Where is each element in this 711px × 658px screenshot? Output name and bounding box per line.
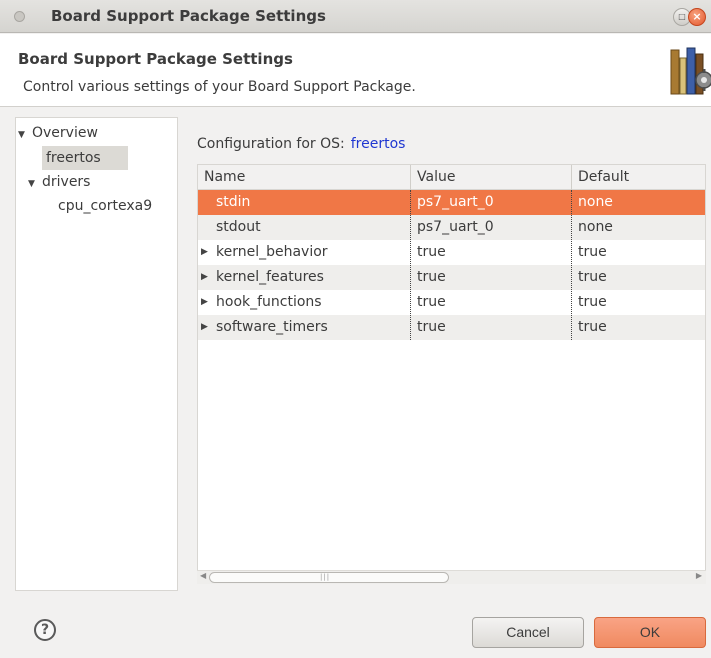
cell-name: kernel_features xyxy=(216,269,324,285)
scroll-left-icon[interactable]: ◀ xyxy=(200,571,206,580)
collapse-icon[interactable]: ▼ xyxy=(18,123,32,147)
expand-icon[interactable]: ▶ xyxy=(201,240,208,264)
tree-item-drivers[interactable]: ▼ drivers xyxy=(28,170,90,194)
cell-value[interactable]: true xyxy=(417,290,446,314)
column-divider[interactable] xyxy=(571,165,572,190)
cell-default: true xyxy=(578,319,607,335)
ok-button[interactable]: OK xyxy=(594,617,706,648)
tree-item-freertos[interactable]: freertos xyxy=(42,146,128,170)
cell-value[interactable]: true xyxy=(417,265,446,289)
expand-icon[interactable]: ▶ xyxy=(201,290,208,314)
cell-value[interactable]: ps7_uart_0 xyxy=(417,190,494,214)
column-header-value[interactable]: Value xyxy=(417,169,455,185)
window-menu-icon[interactable] xyxy=(14,11,25,22)
window-controls: □ × xyxy=(673,8,707,26)
books-gear-icon xyxy=(670,47,711,95)
cell-default: none xyxy=(578,194,613,210)
scroll-right-icon[interactable]: ▶ xyxy=(696,571,702,580)
table-header: Name Value Default xyxy=(198,165,705,190)
cell-value[interactable]: true xyxy=(417,240,446,264)
settings-tree[interactable]: ▼ Overview freertos ▼ drivers cpu_cortexa9 xyxy=(15,117,178,591)
cell-default: none xyxy=(578,219,613,235)
tree-item-label: drivers xyxy=(42,174,91,190)
table-row[interactable]: stdout ps7_uart_0 none xyxy=(198,215,705,240)
cell-value[interactable]: ps7_uart_0 xyxy=(417,215,494,239)
help-icon[interactable]: ? xyxy=(34,619,56,641)
close-icon[interactable]: × xyxy=(688,8,706,26)
tree-item-overview[interactable]: ▼ Overview xyxy=(18,121,98,145)
cancel-button[interactable]: Cancel xyxy=(472,617,584,648)
dialog-header: Board Support Package Settings Control v… xyxy=(0,34,711,107)
config-panel: Configuration for OS: freertos Name Value… xyxy=(186,117,706,591)
header-description: Control various settings of your Board S… xyxy=(23,79,416,95)
cell-name: kernel_behavior xyxy=(216,244,328,260)
table-row[interactable]: stdin ps7_uart_0 none xyxy=(198,190,705,215)
cell-name: hook_functions xyxy=(216,294,322,310)
tree-item-label: cpu_cortexa9 xyxy=(58,198,153,214)
column-header-name[interactable]: Name xyxy=(204,169,245,185)
window-title: Board Support Package Settings xyxy=(51,7,326,25)
cell-name: software_timers xyxy=(216,319,328,335)
tree-item-label: freertos xyxy=(46,150,101,166)
table-row[interactable]: ▶ kernel_features true true xyxy=(198,265,705,290)
cell-value[interactable]: true xyxy=(417,315,446,339)
horizontal-scrollbar[interactable]: ◀ ||| ▶ xyxy=(197,570,706,584)
cell-default: true xyxy=(578,294,607,310)
column-divider-line xyxy=(410,190,411,340)
tree-item-label: Overview xyxy=(32,125,98,141)
grip-icon: ||| xyxy=(320,573,331,581)
column-divider[interactable] xyxy=(410,165,411,190)
expand-icon[interactable]: ▶ xyxy=(201,315,208,339)
tree-item-cpu-cortexa9[interactable]: cpu_cortexa9 xyxy=(58,194,152,218)
expand-icon[interactable]: ▶ xyxy=(201,265,208,289)
config-os-label: Configuration for OS: xyxy=(197,136,345,152)
config-os-line: Configuration for OS: freertos xyxy=(197,136,405,152)
table-row[interactable]: ▶ hook_functions true true xyxy=(198,290,705,315)
scrollbar-thumb[interactable]: ||| xyxy=(209,572,449,583)
cell-default: true xyxy=(578,244,607,260)
cell-default: true xyxy=(578,269,607,285)
column-header-default[interactable]: Default xyxy=(578,169,629,185)
cell-name: stdin xyxy=(216,194,251,210)
table-row[interactable]: ▶ kernel_behavior true true xyxy=(198,240,705,265)
table-row[interactable]: ▶ software_timers true true xyxy=(198,315,705,340)
settings-table[interactable]: Name Value Default stdin ps7_uart_0 none… xyxy=(197,164,706,577)
column-divider-line xyxy=(571,190,572,340)
config-os-link[interactable]: freertos xyxy=(351,136,406,152)
window-titlebar[interactable]: Board Support Package Settings □ × xyxy=(0,0,711,33)
cell-name: stdout xyxy=(216,219,261,235)
header-title: Board Support Package Settings xyxy=(18,50,293,68)
collapse-icon[interactable]: ▼ xyxy=(28,172,42,196)
